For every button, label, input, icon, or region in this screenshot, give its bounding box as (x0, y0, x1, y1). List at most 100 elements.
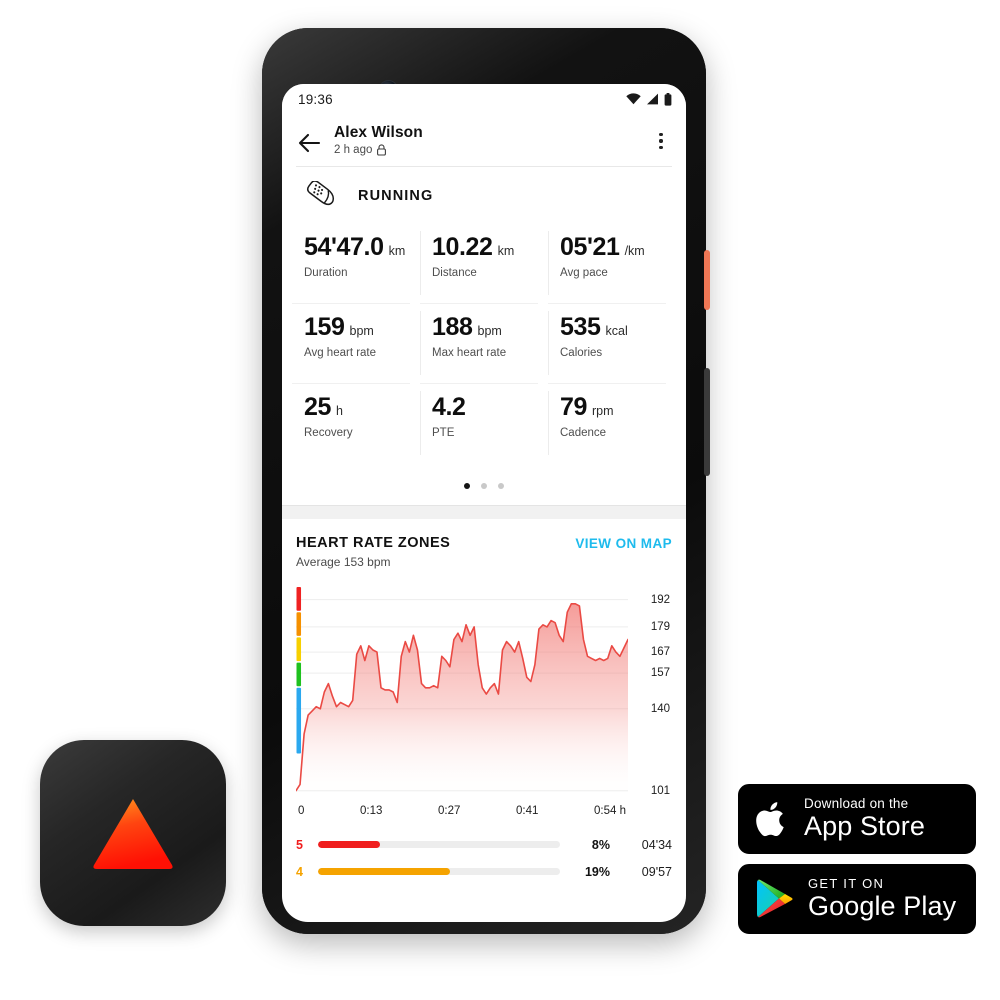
app-bar-titles: Alex Wilson 2 h ago (334, 124, 650, 156)
wifi-icon (626, 93, 641, 105)
stat-value: 79 (560, 393, 588, 421)
app-icon[interactable] (40, 740, 226, 926)
stat-label: Avg pace (560, 267, 608, 279)
status-icons (626, 92, 672, 106)
chart-y-tick: 192 (650, 593, 670, 606)
page-dot-1[interactable] (464, 483, 470, 489)
stats-grid: 54'47.0 km Duration 10.22 km Distance 05… (282, 223, 686, 463)
stat-value-line: 05'21 /km (560, 235, 676, 260)
chart-x-tick: 0:41 (516, 805, 539, 817)
apple-logo-icon (756, 802, 784, 837)
stat-label: Duration (304, 267, 348, 279)
stat-value: 188 (432, 313, 473, 341)
status-time: 19:36 (298, 91, 333, 107)
chart-y-tick: 140 (650, 702, 670, 715)
heart-rate-chart: 192 179 167 157 140 101 (296, 587, 672, 797)
stat-distance[interactable]: 10.22 km Distance (420, 223, 548, 303)
chart-x-tick: 0:27 (438, 805, 461, 817)
chart-y-axis: 192 179 167 157 140 101 (628, 587, 672, 797)
overflow-menu-icon[interactable] (650, 128, 672, 154)
google-play-badge-text: GET IT ON Google Play (808, 877, 956, 921)
stat-duration[interactable]: 54'47.0 km Duration (292, 223, 420, 303)
stat-unit: bpm (477, 324, 502, 338)
stat-unit: km (388, 244, 406, 258)
battery-icon (664, 92, 672, 106)
chart-x-tick: 0:54 h (594, 805, 626, 817)
stat-unit: bpm (349, 324, 374, 338)
back-arrow-icon[interactable] (296, 130, 322, 156)
page-dot-3[interactable] (498, 483, 504, 489)
activity-type-label: RUNNING (358, 188, 434, 204)
subtitle-row: 2 h ago (334, 144, 650, 156)
stat-unit: kcal (605, 324, 628, 338)
power-button[interactable] (704, 250, 710, 310)
heart-rate-zones-titles: HEART RATE ZONES Average 153 bpm (296, 535, 450, 569)
stat-value-line: 159 bpm (304, 315, 420, 340)
stat-value: 535 (560, 313, 601, 341)
stat-pte[interactable]: 4.2 PTE (420, 383, 548, 463)
activity-type-row: RUNNING (282, 167, 686, 223)
app-store-badge-text: Download on the App Store (804, 796, 925, 841)
zone-row-4[interactable]: 4 19% 09'57 (296, 858, 672, 885)
heart-rate-zones-title: HEART RATE ZONES (296, 535, 451, 551)
stat-calories[interactable]: 535 kcal Calories (548, 303, 676, 383)
stat-unit: /km (624, 244, 645, 258)
stat-value-line: 188 bpm (432, 315, 548, 340)
user-name: Alex Wilson (334, 124, 423, 141)
zone-percent: 19% (584, 864, 610, 879)
stats-row: 54'47.0 km Duration 10.22 km Distance 05… (292, 223, 676, 303)
stat-value: 05'21 (560, 233, 620, 261)
stat-label: Calories (560, 347, 603, 359)
heart-rate-zones-section: HEART RATE ZONES Average 153 bpm VIEW ON… (282, 519, 686, 889)
volume-button[interactable] (704, 368, 710, 476)
heart-rate-zones-header: HEART RATE ZONES Average 153 bpm VIEW ON… (296, 535, 672, 569)
zone-number: 5 (296, 837, 303, 852)
chart-svg (296, 587, 628, 797)
status-bar: 19:36 (282, 84, 686, 114)
stat-label: Avg heart rate (304, 347, 377, 359)
zone-time: 09'57 (641, 864, 672, 879)
google-play-small-text: GET IT ON (808, 876, 885, 892)
chart-x-axis: 0 0:13 0:27 0:41 0:54 h (296, 797, 672, 817)
chart-y-tick: 101 (650, 784, 670, 797)
chart-x-tick: 0:13 (360, 805, 383, 817)
signal-icon (647, 93, 658, 105)
phone-screen: 19:36 Alex Wilson 2 h ago RUNNING 54'47.… (282, 84, 686, 922)
app-store-badge[interactable]: Download on the App Store (738, 784, 976, 854)
zone-progress-track (318, 841, 560, 848)
zone-row-5[interactable]: 5 8% 04'34 (296, 831, 672, 858)
chart-x-tick: 0 (298, 805, 305, 817)
triangle-logo-icon (93, 799, 173, 869)
chart-y-tick: 157 (650, 667, 670, 680)
chart-plot-area (296, 587, 628, 797)
stat-recovery[interactable]: 25 h Recovery (292, 383, 420, 463)
google-play-big-text: Google Play (808, 890, 957, 921)
page-indicator[interactable] (282, 463, 686, 505)
heart-rate-average-label: Average 153 bpm (296, 555, 391, 569)
page-dot-2[interactable] (481, 483, 487, 489)
overflow-dot (659, 139, 663, 143)
stat-value-line: 79 rpm (560, 395, 676, 420)
stat-value: 54'47.0 (304, 233, 384, 261)
overflow-dot (659, 132, 663, 137)
stat-avg-heart-rate[interactable]: 159 bpm Avg heart rate (292, 303, 420, 383)
stats-row: 25 h Recovery 4.2 PTE 79 rpm Cadence (292, 383, 676, 463)
zone-number: 4 (296, 864, 303, 879)
zone-time: 04'34 (641, 837, 672, 852)
zone-progress-track (318, 868, 560, 875)
view-on-map-button[interactable]: VIEW ON MAP (575, 536, 672, 551)
stats-row: 159 bpm Avg heart rate 188 bpm Max heart… (292, 303, 676, 383)
chart-y-tick: 179 (650, 620, 670, 633)
stat-cadence[interactable]: 79 rpm Cadence (548, 383, 676, 463)
stat-unit: h (336, 404, 343, 418)
stat-value: 4.2 (432, 393, 466, 421)
stat-value-line: 10.22 km (432, 235, 548, 260)
google-play-badge[interactable]: GET IT ON Google Play (738, 864, 976, 934)
stat-label: Distance (432, 267, 477, 279)
running-shoe-icon (307, 181, 335, 206)
lock-icon (377, 144, 387, 156)
stat-max-heart-rate[interactable]: 188 bpm Max heart rate (420, 303, 548, 383)
stat-value: 10.22 (432, 233, 493, 261)
stat-avg-pace[interactable]: 05'21 /km Avg pace (548, 223, 676, 303)
google-play-logo-icon (757, 879, 793, 918)
